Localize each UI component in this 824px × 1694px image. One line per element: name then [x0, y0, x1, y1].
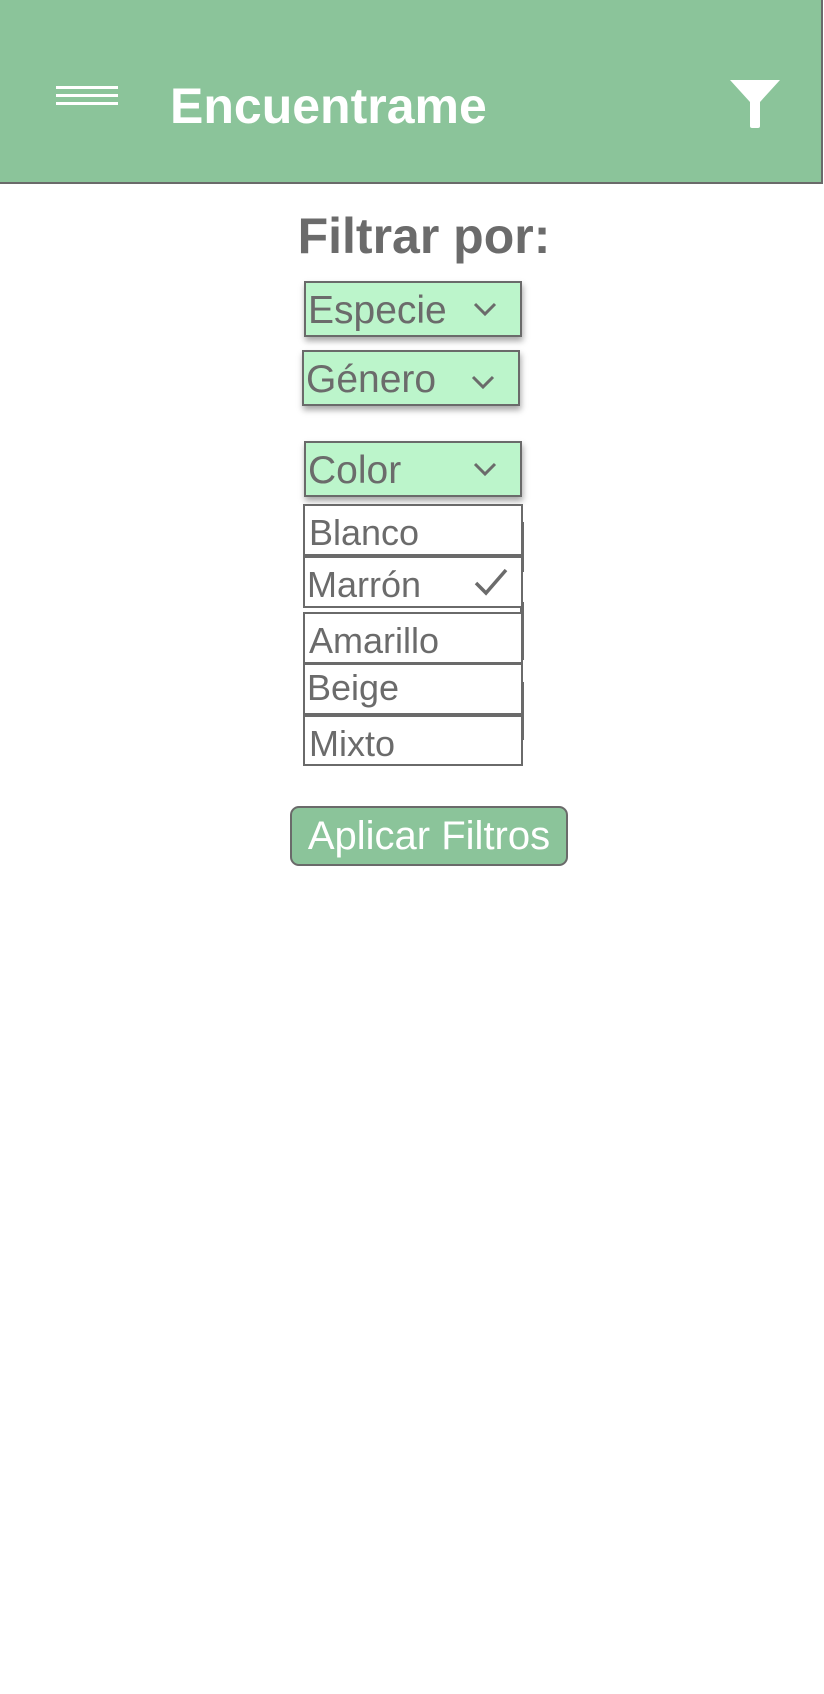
color-option-blanco[interactable]: Blanco [303, 504, 523, 556]
color-option-mixto[interactable]: Mixto [303, 715, 523, 766]
option-label: Beige [307, 667, 400, 708]
checkmark-icon [473, 566, 509, 598]
option-label: Amarillo [309, 620, 440, 661]
filter-heading: Filtrar por: [297, 208, 551, 264]
color-option-amarillo[interactable]: Amarillo [303, 612, 523, 664]
color-option-marron[interactable]: Marrón [303, 556, 523, 608]
apply-filters-button[interactable]: Aplicar Filtros [290, 806, 568, 866]
gender-select-label: Género [306, 358, 437, 401]
app-bar: Encuentrame [0, 0, 823, 184]
hamburger-menu-icon[interactable] [56, 86, 118, 110]
species-select[interactable]: Especie [304, 281, 522, 337]
color-select-label: Color [308, 449, 402, 492]
option-label: Marrón [307, 564, 422, 605]
funnel-filter-icon[interactable] [728, 78, 782, 130]
chevron-down-icon [470, 374, 496, 390]
gender-select[interactable]: Género [302, 350, 520, 406]
option-label: Mixto [309, 723, 396, 764]
color-option-beige[interactable]: Beige [303, 663, 523, 715]
species-select-label: Especie [308, 289, 447, 332]
chevron-down-icon [472, 461, 498, 477]
option-label: Blanco [309, 512, 420, 553]
color-select[interactable]: Color [304, 441, 522, 497]
chevron-down-icon [472, 301, 498, 317]
app-title: Encuentrame [170, 78, 487, 134]
